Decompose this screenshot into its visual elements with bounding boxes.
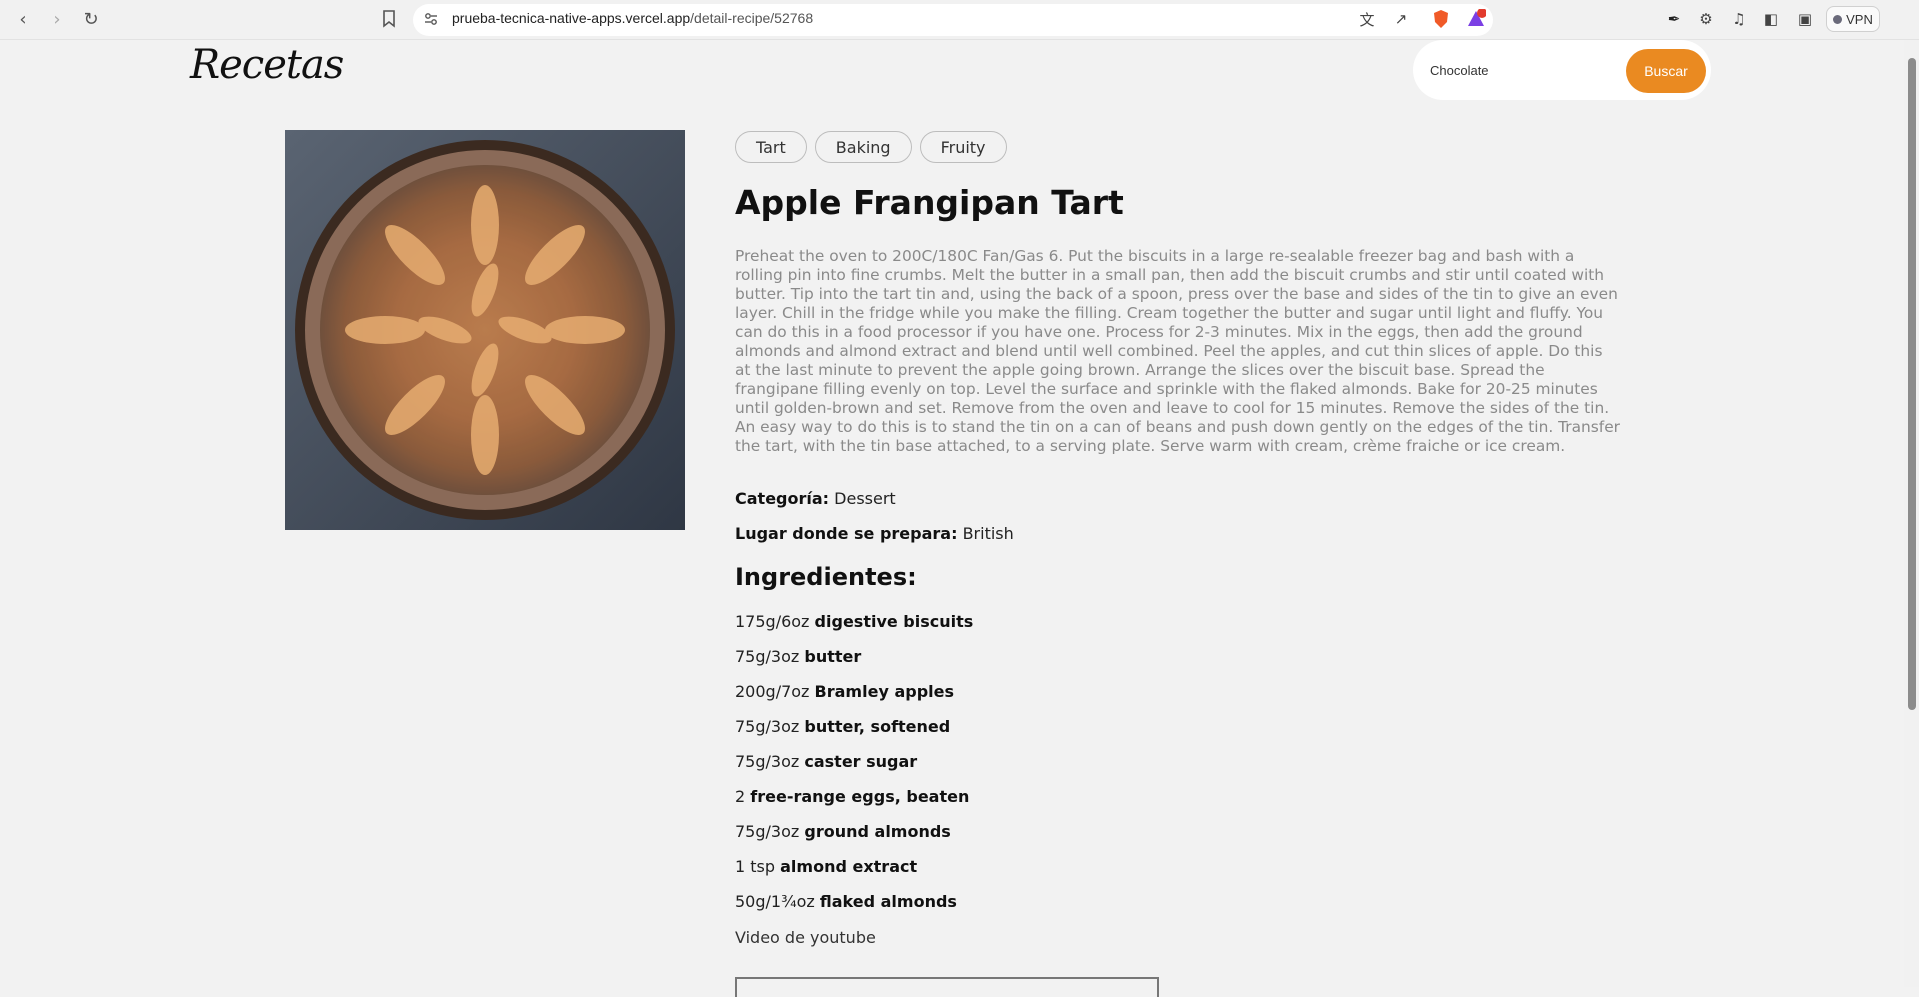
ingredient-item: 75g/3oz caster sugar: [735, 752, 917, 771]
search-button[interactable]: Buscar: [1626, 49, 1706, 93]
category-value: Dessert: [834, 489, 896, 508]
ingredient-measure: 75g/3oz: [735, 717, 800, 736]
ingredient-item: 2 free-range eggs, beaten: [735, 787, 969, 806]
brave-shields-icon[interactable]: [1430, 8, 1452, 30]
youtube-label: Video de youtube: [735, 928, 876, 947]
vpn-button[interactable]: VPN: [1826, 6, 1880, 32]
extensions-icon[interactable]: ⚙: [1695, 8, 1717, 30]
brave-rewards-icon[interactable]: [1465, 8, 1487, 30]
eyedropper-icon[interactable]: ✒: [1663, 8, 1685, 30]
ingredient-measure: 2: [735, 787, 746, 806]
category-label: Categoría:: [735, 489, 830, 508]
ingredient-measure: 200g/7oz: [735, 682, 810, 701]
ingredient-name: Bramley apples: [814, 682, 954, 701]
ingredient-item: 1 tsp almond extract: [735, 857, 917, 876]
url-text[interactable]: prueba-tecnica-native-apps.vercel.app/de…: [452, 10, 813, 26]
ingredient-measure: 75g/3oz: [735, 647, 800, 666]
ingredient-measure: 50g/1¾oz: [735, 892, 815, 911]
tag-chip[interactable]: Tart: [735, 131, 807, 163]
vpn-label: VPN: [1846, 11, 1873, 27]
ingredient-measure: 175g/6oz: [735, 612, 810, 631]
url-path: /detail-recipe/52768: [690, 10, 814, 26]
sidebar-icon[interactable]: ◧: [1760, 8, 1782, 30]
ingredient-name: digestive biscuits: [814, 612, 974, 631]
recipe-image: [285, 130, 685, 530]
forward-icon[interactable]: ›: [44, 6, 70, 32]
ingredient-name: butter, softened: [804, 717, 951, 736]
ingredient-item: 175g/6oz digestive biscuits: [735, 612, 973, 631]
ingredient-item: 200g/7oz Bramley apples: [735, 682, 954, 701]
wallet-icon[interactable]: ▣: [1794, 8, 1816, 30]
share-icon[interactable]: ↗: [1390, 8, 1412, 30]
ingredient-item: 75g/3oz butter, softened: [735, 717, 950, 736]
area-value: British: [962, 524, 1014, 543]
site-settings-icon[interactable]: [423, 11, 439, 27]
bookmark-icon[interactable]: [382, 10, 396, 28]
ingredient-measure: 75g/3oz: [735, 752, 800, 771]
browser-toolbar: ‹ › ↻ prueba-tecnica-native-apps.vercel.…: [0, 0, 1919, 40]
vpn-status-icon: [1833, 14, 1843, 24]
recipe-instructions: Preheat the oven to 200C/180C Fan/Gas 6.…: [735, 247, 1621, 455]
logo[interactable]: Recetas: [190, 42, 344, 88]
ingredient-name: almond extract: [780, 857, 918, 876]
ingredient-name: butter: [804, 647, 862, 666]
category-row: Categoría: Dessert: [735, 489, 896, 508]
ingredient-item: 75g/3oz ground almonds: [735, 822, 951, 841]
search-input[interactable]: [1430, 58, 1610, 82]
scrollbar-thumb[interactable]: [1908, 58, 1916, 710]
tag-chip[interactable]: Baking: [814, 131, 912, 163]
ingredient-item: 50g/1¾oz flaked almonds: [735, 892, 957, 911]
ingredient-name: flaked almonds: [819, 892, 957, 911]
ingredient-measure: 1 tsp: [735, 857, 776, 876]
reload-icon[interactable]: ↻: [78, 6, 104, 32]
ingredients-heading: Ingredientes:: [735, 563, 917, 591]
back-icon[interactable]: ‹: [10, 6, 36, 32]
tag-list: Tart Baking Fruity: [735, 131, 1007, 163]
music-icon[interactable]: ♫: [1728, 8, 1750, 30]
ingredient-item: 75g/3oz butter: [735, 647, 861, 666]
ingredient-name: ground almonds: [804, 822, 951, 841]
ingredient-measure: 75g/3oz: [735, 822, 800, 841]
youtube-embed[interactable]: [735, 977, 1159, 997]
ingredient-name: caster sugar: [804, 752, 918, 771]
translate-icon[interactable]: 文: [1356, 8, 1378, 30]
area-label: Lugar donde se prepara:: [735, 524, 958, 543]
recipe-title: Apple Frangipan Tart: [735, 183, 1124, 222]
ingredient-name: free-range eggs, beaten: [750, 787, 970, 806]
area-row: Lugar donde se prepara: British: [735, 524, 1014, 543]
tag-chip[interactable]: Fruity: [919, 131, 1007, 163]
url-domain: prueba-tecnica-native-apps.vercel.app: [452, 10, 691, 26]
